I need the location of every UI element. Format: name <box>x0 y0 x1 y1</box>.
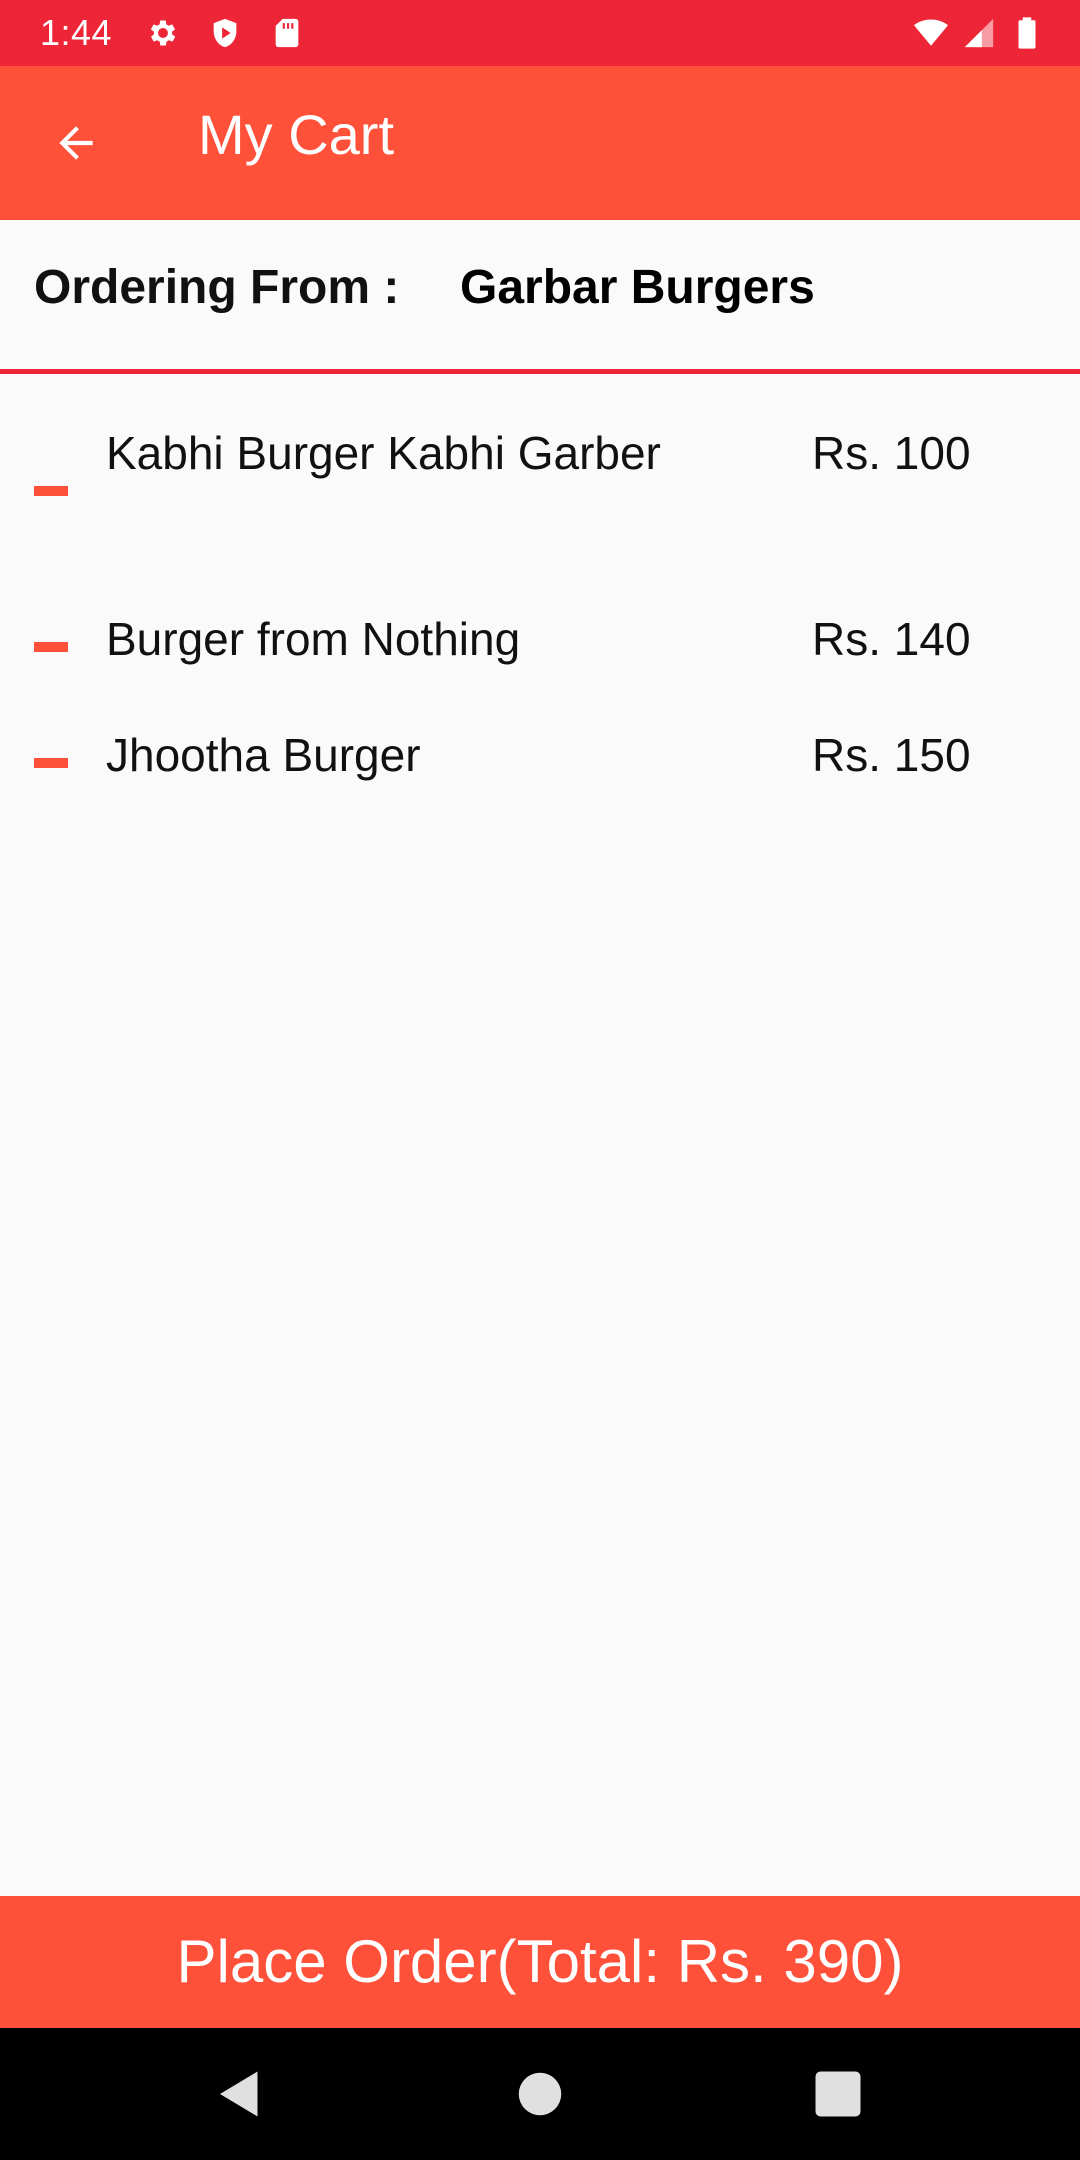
item-name: Kabhi Burger Kabhi Garber <box>106 427 661 479</box>
item-name: Burger from Nothing <box>106 613 521 665</box>
arrow-left-icon <box>59 126 93 160</box>
cart-item[interactable]: Kabhi Burger Kabhi Garber Rs. 100 <box>0 374 1080 562</box>
back-button[interactable] <box>36 103 116 183</box>
recents-square-icon[interactable] <box>808 2064 868 2124</box>
battery-icon <box>1010 16 1044 50</box>
back-triangle-icon[interactable] <box>210 2064 270 2124</box>
status-bar: 1:44 <box>0 0 1080 66</box>
signal-icon <box>962 16 996 50</box>
sd-card-icon <box>270 16 304 50</box>
item-bullet <box>34 758 68 768</box>
item-name: Jhootha Burger <box>106 729 421 781</box>
gear-icon <box>146 16 180 50</box>
cart-item[interactable]: Burger from Nothing Rs. 140 <box>0 562 1080 680</box>
wifi-icon <box>914 16 948 50</box>
item-bullet <box>34 486 68 496</box>
restaurant-name: Garbar Burgers <box>460 261 815 314</box>
navigation-bar <box>0 2028 1080 2160</box>
place-order-button[interactable]: Place Order(Total: Rs. 390) <box>0 1896 1080 2028</box>
ordering-from-label: Ordering From : <box>34 261 400 314</box>
cart-item[interactable]: Jhootha Burger Rs. 150 <box>0 680 1080 798</box>
item-bullet <box>34 642 68 652</box>
item-price: Rs. 100 <box>812 427 971 479</box>
item-price: Rs. 150 <box>812 729 971 781</box>
status-time: 1:44 <box>40 12 113 53</box>
app-bar: My Cart <box>0 66 1080 220</box>
page-title: My Cart <box>198 103 394 166</box>
ordering-from-row: Ordering From : Garbar Burgers <box>0 220 1080 372</box>
item-price: Rs. 140 <box>812 613 971 665</box>
cart-list: Kabhi Burger Kabhi Garber Rs. 100 Burger… <box>0 374 1080 798</box>
shield-icon <box>208 16 242 50</box>
home-circle-icon[interactable] <box>510 2064 570 2124</box>
